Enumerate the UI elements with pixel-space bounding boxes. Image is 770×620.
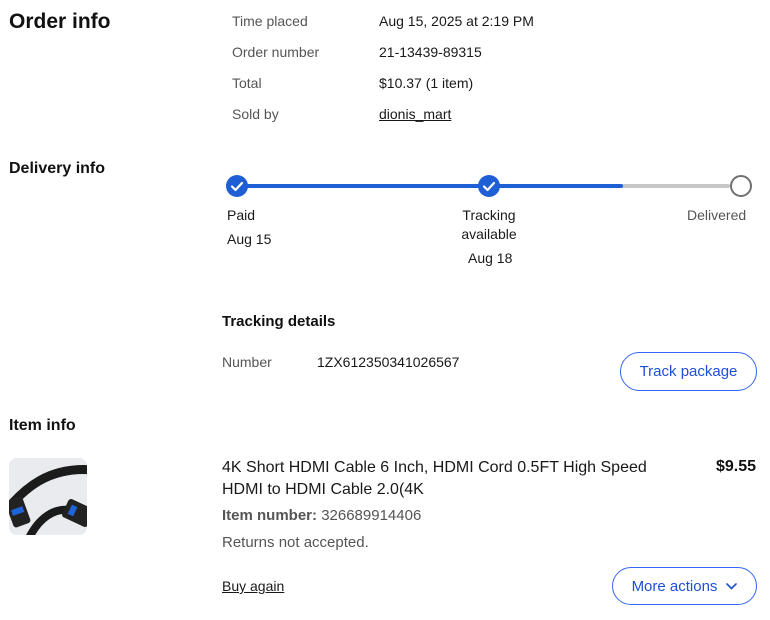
item-info-title: Item info (9, 417, 76, 434)
order-info-title: Order info (9, 10, 111, 33)
step-tracking-date: Aug 18 (468, 250, 513, 266)
hdmi-cable-image (9, 458, 87, 535)
progress-fill (245, 184, 624, 188)
item-number-value: 326689914406 (321, 507, 422, 524)
sold-by-label: Sold by (232, 106, 279, 122)
order-number-value: 21-13439-89315 (379, 44, 482, 60)
tracking-details-title: Tracking details (222, 313, 336, 330)
step-paid-label: Paid (227, 207, 256, 223)
track-package-button[interactable]: Track package (620, 352, 757, 391)
buy-again-link[interactable]: Buy again (222, 578, 284, 594)
order-number-label: Order number (232, 44, 320, 60)
total-label: Total (232, 75, 262, 91)
tracking-number-value: 1ZX612350341026567 (317, 354, 460, 370)
item-number-label: Item number: (222, 507, 318, 524)
more-actions-label: More actions (631, 577, 718, 595)
time-placed-label: Time placed (232, 13, 308, 29)
item-price: $9.55 (716, 458, 757, 475)
item-title-link[interactable]: 4K Short HDMI Cable 6 Inch, HDMI Cord 0.… (222, 457, 682, 501)
step-delivered-circle-icon (730, 175, 752, 197)
item-thumbnail[interactable] (9, 458, 87, 535)
seller-link[interactable]: dionis_mart (379, 106, 451, 122)
item-number: Item number: 326689914406 (222, 507, 421, 524)
step-delivered-label: Delivered (687, 207, 747, 223)
returns-policy: Returns not accepted. (222, 534, 369, 551)
step-tracking-label: Tracking available (461, 207, 517, 242)
tracking-number-label: Number (222, 354, 272, 370)
step-paid-date: Aug 15 (227, 231, 272, 247)
more-actions-button[interactable]: More actions (612, 567, 757, 605)
step-paid-check-icon (226, 175, 248, 197)
chevron-down-icon (726, 582, 738, 590)
delivery-info-title: Delivery info (9, 160, 106, 177)
total-value: $10.37 (1 item) (379, 75, 474, 91)
step-tracking-check-icon (478, 175, 500, 197)
time-placed-value: Aug 15, 2025 at 2:19 PM (379, 13, 534, 29)
